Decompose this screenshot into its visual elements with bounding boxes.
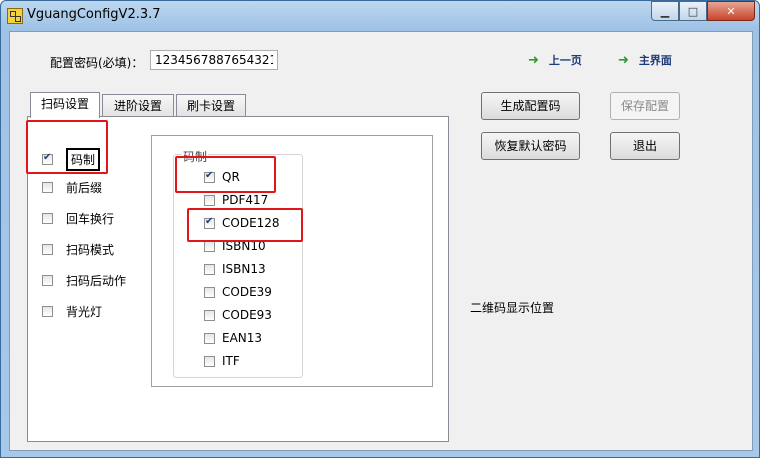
symbology-label: ITF (222, 354, 240, 368)
window-title: VguangConfigV2.3.7 (27, 7, 161, 22)
checkbox-icon[interactable] (204, 309, 215, 321)
prev-page-label: 上一页 (548, 54, 582, 67)
symbology-label: CODE93 (222, 308, 272, 322)
highlight-box-qr (175, 156, 276, 193)
generate-config-button[interactable]: 生成配置码 (481, 92, 580, 120)
maximize-button[interactable]: □ (679, 1, 707, 21)
tab-card-settings[interactable]: 刷卡设置 (176, 94, 246, 116)
close-icon: ✕ (726, 4, 736, 18)
symbology-item-code93[interactable]: CODE93 (204, 308, 272, 322)
checkbox-icon[interactable] (204, 355, 215, 367)
highlight-box-category (26, 120, 108, 174)
tab-scan-settings[interactable]: 扫码设置 (30, 92, 100, 118)
checkbox-icon[interactable] (204, 332, 215, 344)
arrow-right-icon: ➜ (618, 52, 629, 68)
minimize-button[interactable]: ▁ (651, 1, 679, 21)
symbology-label: CODE39 (222, 285, 272, 299)
checkbox-icon[interactable] (42, 182, 53, 193)
prev-page-link[interactable]: ➜ 上一页 (528, 52, 582, 68)
highlight-box-code128 (187, 208, 303, 242)
category-scan-mode[interactable]: 扫码模式 (42, 241, 114, 258)
symbology-item-code39[interactable]: CODE39 (204, 285, 272, 299)
category-post-scan-action[interactable]: 扫码后动作 (42, 272, 126, 289)
checkbox-icon[interactable] (42, 244, 53, 255)
main-page-label: 主界面 (638, 54, 672, 67)
restore-default-password-button[interactable]: 恢复默认密码 (481, 132, 580, 160)
app-window: VguangConfigV2.3.7 ▁ □ ✕ 配置密码(必填)： ➜ 上一页… (0, 0, 760, 458)
qr-position-label: 二维码显示位置 (470, 301, 555, 315)
checkbox-icon[interactable] (204, 263, 215, 275)
symbology-item-pdf417[interactable]: PDF417 (204, 193, 268, 207)
title-bar: VguangConfigV2.3.7 ▁ □ ✕ (1, 1, 759, 31)
password-label: 配置密码(必填)： (50, 56, 144, 70)
category-label: 回车换行 (66, 212, 115, 226)
exit-button[interactable]: 退出 (610, 132, 680, 160)
checkbox-icon[interactable] (42, 306, 53, 317)
maximize-icon: □ (687, 4, 699, 18)
save-config-button[interactable]: 保存配置 (610, 92, 680, 120)
category-prefix-suffix[interactable]: 前后缀 (42, 179, 102, 196)
tab-advanced-settings[interactable]: 进阶设置 (102, 94, 174, 116)
close-button[interactable]: ✕ (707, 1, 755, 21)
symbology-label: PDF417 (222, 193, 269, 207)
category-enter-newline[interactable]: 回车换行 (42, 210, 114, 227)
checkbox-icon[interactable] (204, 194, 215, 206)
checkbox-icon[interactable] (204, 240, 215, 252)
checkbox-icon[interactable] (42, 275, 53, 286)
minimize-icon: ▁ (660, 4, 670, 18)
symbology-item-itf[interactable]: ITF (204, 354, 240, 368)
client-area: 配置密码(必填)： ➜ 上一页 ➜ 主界面 扫码设置 进阶设置 刷卡设置 码制 … (9, 31, 753, 451)
category-label: 背光灯 (66, 305, 103, 319)
category-backlight[interactable]: 背光灯 (42, 303, 102, 320)
symbology-label: EAN13 (222, 331, 263, 345)
category-label: 扫码后动作 (66, 274, 127, 288)
symbology-item-isbn13[interactable]: ISBN13 (204, 262, 266, 276)
arrow-right-icon: ➜ (528, 52, 539, 68)
category-label: 扫码模式 (66, 243, 115, 257)
password-input[interactable] (150, 50, 278, 70)
symbology-item-ean13[interactable]: EAN13 (204, 331, 262, 345)
main-page-link[interactable]: ➜ 主界面 (618, 52, 672, 68)
category-label: 前后缀 (66, 181, 103, 195)
checkbox-icon[interactable] (204, 286, 215, 298)
window-controls: ▁ □ ✕ (651, 1, 755, 21)
app-icon (7, 8, 23, 24)
checkbox-icon[interactable] (42, 213, 53, 224)
symbology-label: ISBN13 (222, 262, 266, 276)
